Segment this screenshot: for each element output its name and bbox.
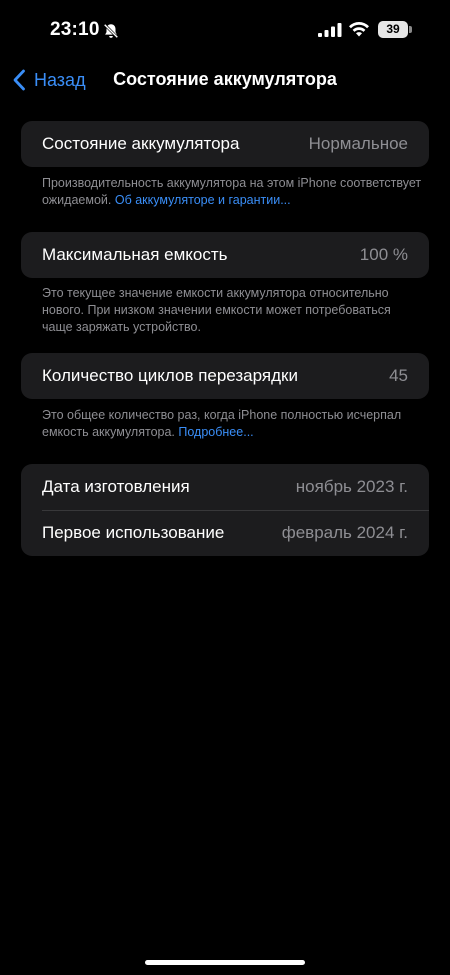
max-capacity-note-text: Это текущее значение емкости аккумулятор… — [42, 286, 391, 334]
first-use-label: Первое использование — [42, 523, 225, 542]
bell-slash-icon — [103, 23, 119, 39]
chevron-left-icon — [13, 69, 25, 91]
manufacture-date-label: Дата изготовления — [42, 477, 190, 496]
cycle-count-label: Количество циклов перезарядки — [42, 366, 298, 385]
battery-health-group: Состояние аккумулятора Нормальное — [21, 121, 429, 167]
navigation-bar: Состояние аккумулятора Назад — [0, 60, 450, 100]
first-use-value: февраль 2024 г. — [281, 523, 408, 542]
battery-health-row: Состояние аккумулятора Нормальное — [21, 121, 429, 167]
cellular-signal-icon — [318, 23, 342, 37]
battery-warranty-link[interactable]: Об аккумуляторе и гарантии... — [115, 193, 291, 207]
back-button-label: Назад — [34, 69, 86, 90]
battery-health-note: Производительность аккумулятора на этом … — [42, 175, 422, 209]
manufacture-date-value: ноябрь 2023 г. — [295, 477, 408, 496]
first-use-row: Первое использование февраль 2024 г. — [21, 510, 429, 556]
battery-health-value: Нормальное — [308, 134, 408, 153]
status-bar: 23:10 39 — [0, 0, 450, 60]
wifi-icon — [349, 21, 369, 37]
learn-more-link[interactable]: Подробнее... — [178, 425, 253, 439]
max-capacity-note: Это текущее значение емкости аккумулятор… — [42, 285, 422, 336]
cycle-count-row: Количество циклов перезарядки 45 — [21, 353, 429, 399]
max-capacity-row: Максимальная емкость 100 % — [21, 232, 429, 278]
cycle-count-value: 45 — [389, 366, 408, 385]
battery-health-label: Состояние аккумулятора — [42, 134, 240, 153]
battery-level: 39 — [378, 21, 408, 38]
back-button[interactable]: Назад — [12, 66, 86, 94]
cycle-count-group: Количество циклов перезарядки 45 — [21, 353, 429, 399]
max-capacity-value: 100 % — [359, 245, 408, 264]
home-indicator[interactable] — [145, 960, 305, 965]
battery-tip — [409, 26, 412, 33]
max-capacity-label: Максимальная емкость — [42, 245, 228, 264]
cycle-count-note: Это общее количество раз, когда iPhone п… — [42, 407, 422, 441]
battery-icon: 39 — [378, 21, 414, 38]
dates-group: Дата изготовления ноябрь 2023 г. Первое … — [21, 464, 429, 556]
max-capacity-group: Максимальная емкость 100 % — [21, 232, 429, 278]
status-time: 23:10 — [50, 19, 100, 40]
manufacture-date-row: Дата изготовления ноябрь 2023 г. — [21, 464, 429, 510]
